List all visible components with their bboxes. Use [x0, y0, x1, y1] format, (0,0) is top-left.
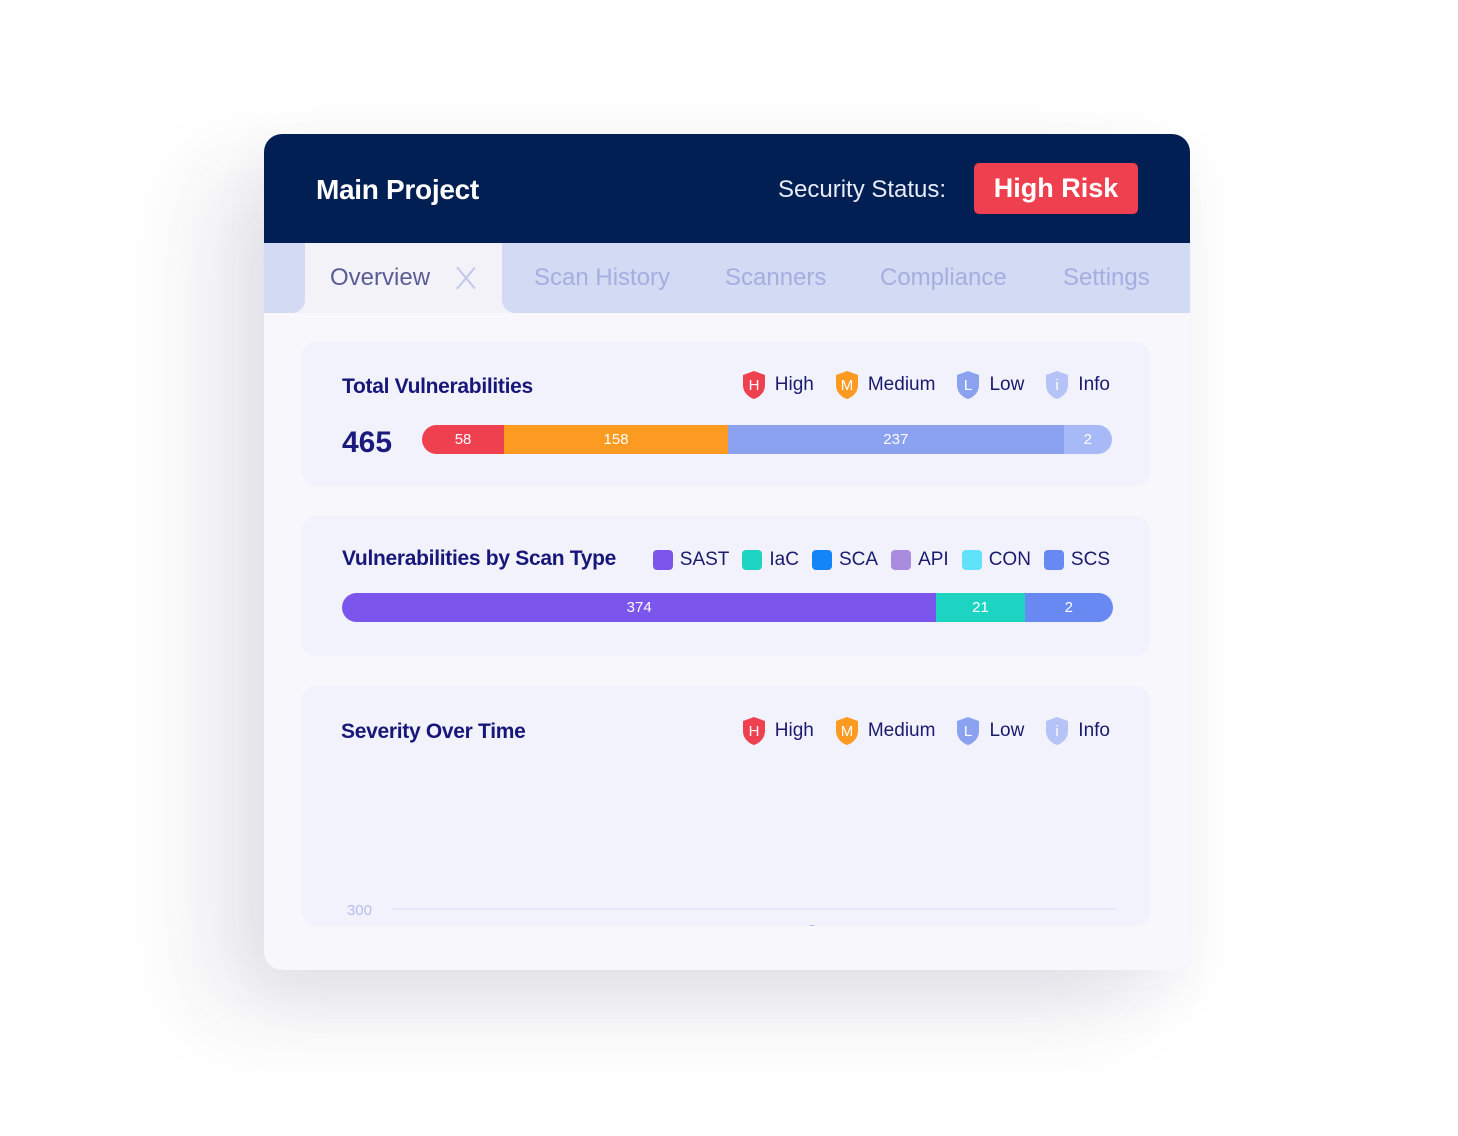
legend-item-high: H High — [741, 370, 814, 400]
scan-type-card: Vulnerabilities by Scan Type SAST IaC SCA A… — [302, 516, 1150, 656]
bar-segment-scs: 2 — [1024, 593, 1113, 622]
card-title: Vulnerabilities by Scan Type — [342, 547, 617, 570]
legend-label: SAST — [679, 549, 730, 570]
legend-item-api: API — [891, 549, 949, 571]
legend-item-scs: SCS — [1043, 549, 1110, 571]
project-window: Main Project Security Status: High Risk … — [264, 134, 1190, 970]
severity-over-time-card: Severity Over Time H High M Medium L Low i Info… — [302, 686, 1150, 926]
legend-item-sca: SCA — [811, 549, 879, 571]
legend-swatch — [961, 550, 982, 570]
svg-text:M: M — [841, 377, 854, 394]
tab-label: Overview — [330, 264, 431, 291]
tab-compliance[interactable]: Compliance — [880, 243, 1007, 313]
close-icon[interactable] — [454, 266, 478, 290]
tab-settings[interactable]: Settings — [1063, 243, 1150, 313]
tab-label: Scan History — [534, 264, 671, 291]
severity-bar: 58 158 237 2 — [422, 425, 1112, 454]
tab-scan-history[interactable]: Scan History — [534, 243, 670, 313]
legend-item-medium: M Medium — [834, 370, 936, 400]
shield-high-icon: H — [741, 370, 767, 400]
tab-label: Scanners — [725, 264, 827, 291]
severity-legend: H High M Medium L Low i Info — [741, 370, 1110, 400]
severity-line-chart: 0150300AugSep — [347, 902, 1116, 926]
bar-segment-iac: 21 — [936, 593, 1025, 622]
legend-swatch — [891, 550, 912, 570]
tab-label: Settings — [1063, 264, 1150, 291]
legend-label: Low — [989, 374, 1025, 395]
legend-swatch — [652, 550, 673, 570]
bar-segment-low: 237 — [727, 425, 1064, 454]
legend-item-iac: IaC — [742, 549, 799, 571]
svg-text:L: L — [964, 377, 972, 394]
security-status-label: Security Status: — [778, 176, 947, 203]
legend-label: Info — [1078, 374, 1110, 395]
tab-label: Compliance — [880, 264, 1007, 291]
legend-swatch — [811, 550, 832, 570]
tab-scanners[interactable]: Scanners — [725, 243, 826, 313]
svg-text:H: H — [748, 377, 759, 394]
legend-label: IaC — [769, 549, 799, 570]
bar-segment-info: 2 — [1063, 425, 1112, 454]
card-title: Total Vulnerabilities — [342, 375, 533, 398]
legend-swatch — [742, 550, 763, 570]
legend-item-info: i Info — [1044, 370, 1110, 400]
bar-segment-sast: 374 — [342, 593, 937, 622]
y-tick-label: 300 — [347, 902, 372, 919]
project-title: Main Project — [316, 174, 479, 205]
total-vulnerabilities-card: Total Vulnerabilities H High M Medium L Low i I… — [302, 342, 1150, 486]
shield-medium-icon: M — [834, 370, 860, 400]
legend-item-con: CON — [961, 549, 1031, 571]
tab-overview[interactable]: Overview — [291, 243, 516, 313]
legend-label: CON — [988, 549, 1031, 570]
bar-segment-high: 58 — [422, 425, 505, 454]
security-status-badge: High Risk — [974, 163, 1138, 214]
legend-label: High — [774, 374, 814, 395]
legend-label: Medium — [867, 374, 936, 395]
data-point-low — [809, 925, 815, 926]
shield-info-icon: i — [1044, 370, 1070, 400]
legend-label: SCS — [1070, 549, 1110, 570]
bar-segment-medium: 158 — [504, 425, 728, 454]
scan-type-legend: SAST IaC SCA API CON SCS — [640, 549, 1110, 571]
shield-low-icon: L — [955, 370, 981, 400]
legend-item-low: L Low — [955, 370, 1024, 400]
scan-type-bar: 374 21 2 — [342, 593, 1113, 622]
tab-bar: Overview Scan History Scanners Complianc… — [264, 243, 1190, 313]
svg-text:i: i — [1056, 377, 1059, 394]
legend-swatch — [1043, 550, 1064, 570]
legend-label: API — [918, 549, 949, 570]
project-header: Main Project Security Status: High Risk — [264, 134, 1190, 243]
total-count: 465 — [342, 426, 393, 459]
legend-item-sast: SAST — [652, 549, 730, 571]
legend-label: SCA — [838, 549, 879, 570]
